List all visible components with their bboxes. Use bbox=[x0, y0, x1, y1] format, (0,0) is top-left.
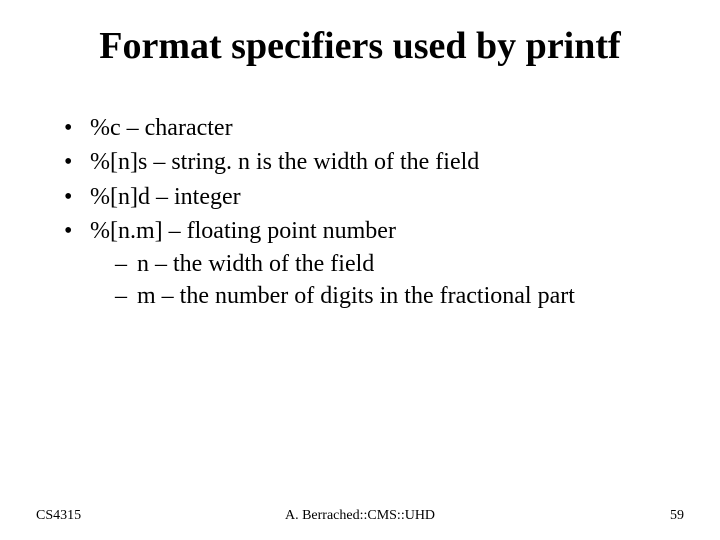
bullet-list: %c – character %[n]s – string. n is the … bbox=[60, 112, 680, 312]
list-item: %[n]d – integer bbox=[60, 181, 680, 213]
list-item: %[n]s – string. n is the width of the fi… bbox=[60, 146, 680, 178]
sub-list-item-text: n – the width of the field bbox=[137, 251, 374, 277]
slide-title: Format specifiers used by printf bbox=[0, 24, 720, 68]
footer-center: A. Berrached::CMS::UHD bbox=[0, 508, 720, 524]
slide: Format specifiers used by printf %c – ch… bbox=[0, 0, 720, 540]
sub-list-item-text: m – the number of digits in the fraction… bbox=[137, 283, 575, 309]
list-item-text: %c – character bbox=[90, 115, 233, 141]
list-item-text: %[n]s – string. n is the width of the fi… bbox=[90, 149, 479, 175]
list-item: %[n.m] – floating point number n – the w… bbox=[60, 215, 680, 312]
list-item-text: %[n]d – integer bbox=[90, 184, 241, 210]
list-item: %c – character bbox=[60, 112, 680, 144]
footer-right: 59 bbox=[670, 508, 684, 524]
sub-list-item: n – the width of the field bbox=[115, 248, 680, 280]
slide-body: %c – character %[n]s – string. n is the … bbox=[60, 112, 680, 314]
sub-list-item: m – the number of digits in the fraction… bbox=[115, 280, 680, 312]
sub-list: n – the width of the field m – the numbe… bbox=[115, 248, 680, 313]
list-item-text: %[n.m] – floating point number bbox=[90, 218, 396, 244]
